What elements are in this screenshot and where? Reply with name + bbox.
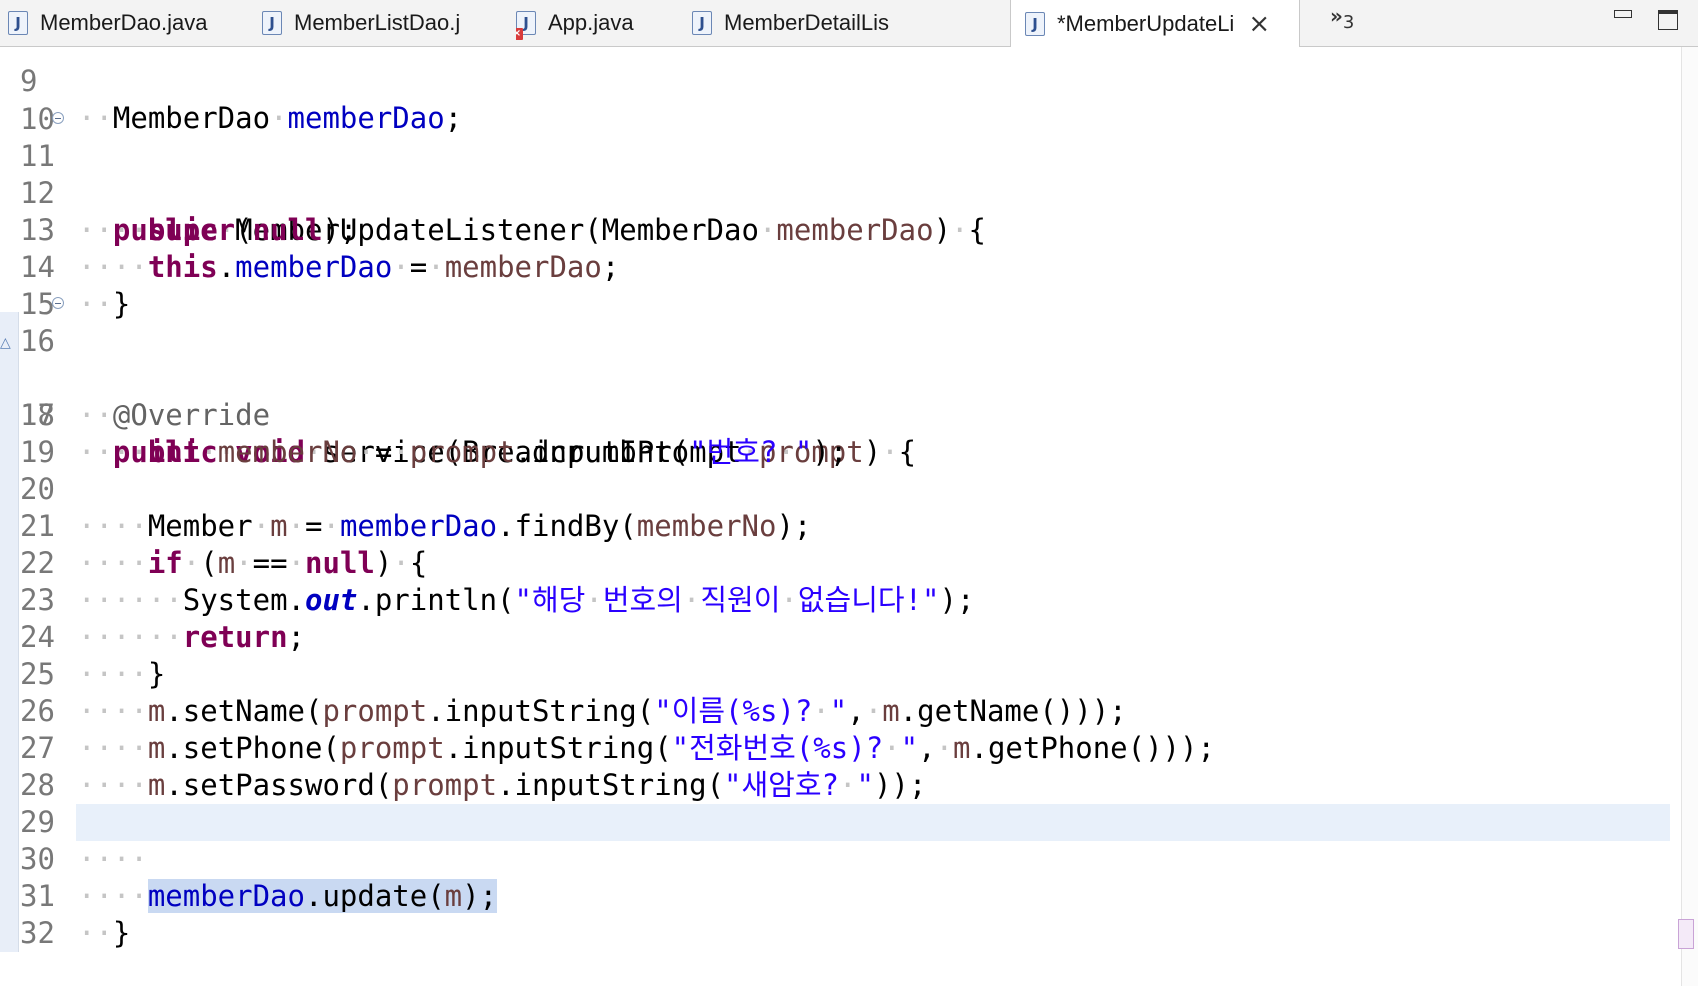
code-line: 14 ··} <box>0 212 1670 321</box>
overview-ruler[interactable] <box>1678 47 1698 986</box>
code-line: 11 ··public·MemberUpdateListener(MemberD… <box>0 101 1670 247</box>
code-line: 32 <box>0 878 1670 950</box>
code-line: 23 ······return; <box>0 545 1670 654</box>
overview-marker[interactable] <box>1678 919 1694 949</box>
code-line: 24 ····} <box>0 582 1670 691</box>
code-editor[interactable]: 9 ··MemberDao·memberDao; 10 11 ··public·… <box>0 47 1698 986</box>
code-line: 9 ··MemberDao·memberDao; <box>0 26 1670 135</box>
code-line: 21 ····if·(m·==·null)·{ <box>0 471 1670 580</box>
code-line: 13 ····this.memberDao·=·memberDao; <box>0 175 1670 284</box>
code-line: 20 ····Member·m·=·memberDao.findBy(membe… <box>0 434 1670 543</box>
code-line-current: 30 ····memberDao.update(m); <box>0 804 1670 913</box>
code-line: 12 ····super(null); <box>0 138 1670 247</box>
code-line: 27 ····m.setPassword(prompt.inputString(… <box>0 693 1670 802</box>
code-line: 28 ····m.setPosition(inputPosition(m.get… <box>0 730 1670 839</box>
code-line: 26 ····m.setPhone(prompt.inputString("전화… <box>0 656 1670 765</box>
code-line: △ 17 ··public·void·service(BreadcrumbPro… <box>0 323 1670 469</box>
code-line: 10 <box>0 64 1670 136</box>
code-line: 25 ····m.setName(prompt.inputString("이름(… <box>0 619 1670 728</box>
code-line: 16 ··@Override <box>0 286 1670 432</box>
fold-collapse-icon[interactable] <box>52 112 64 124</box>
code-line: 22 ······System.out.println("해당·번호의·직원이·… <box>0 508 1670 617</box>
code-line: 31 ··} <box>0 841 1670 950</box>
code-line: 18 ····int·memberNo·=·prompt.inputInt("번… <box>0 360 1670 469</box>
fold-collapse-icon[interactable] <box>52 297 64 309</box>
override-indicator-icon[interactable]: △ <box>0 325 11 362</box>
code-line: 15 <box>0 249 1670 321</box>
code-line: 29 ···· <box>0 767 1670 876</box>
code-line: 19 <box>0 397 1670 469</box>
line-number: 32 <box>20 916 55 950</box>
eclipse-editor-window: J MemberDao.java J MemberListDao.j J × Ap… <box>0 0 1698 986</box>
minimize-icon[interactable] <box>1614 10 1632 18</box>
chevron-double-right-icon: » <box>1330 4 1343 28</box>
